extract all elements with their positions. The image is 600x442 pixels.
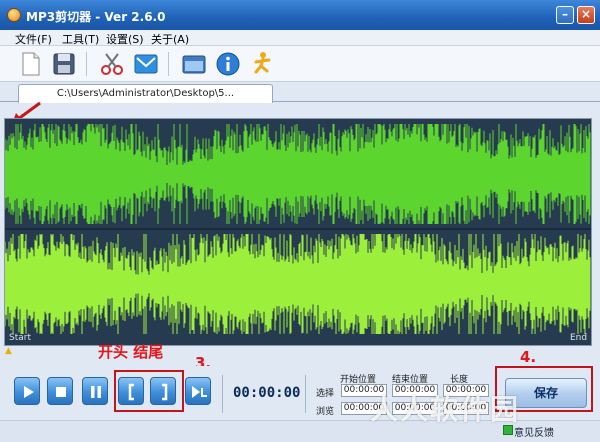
play-icon (24, 386, 34, 398)
toolbar (0, 46, 600, 82)
waveform-panel[interactable] (4, 118, 592, 346)
stop-button[interactable] (47, 377, 73, 405)
current-time: 00:00:00 (233, 385, 301, 401)
annotation-start-end: 开头 结尾 (98, 343, 164, 361)
play-selection-button[interactable] (185, 377, 211, 405)
watermark: 人人软件园 (370, 393, 521, 426)
minimize-button[interactable]: – (556, 6, 574, 24)
new-file-icon[interactable] (16, 50, 44, 78)
save-disk-icon[interactable] (50, 50, 78, 78)
waveform (4, 124, 591, 334)
stop-icon (56, 387, 66, 397)
row-label-browse: 浏览 (316, 407, 335, 417)
annotation-step-4: 4. (520, 348, 537, 366)
controls-divider (305, 375, 306, 413)
file-tab-strip: C:\Users\Administrator\Desktop\5... (0, 82, 600, 103)
menu-bar: 文件(F) 工具(T) 设置(S) 关于(A) (0, 30, 600, 46)
menu-about[interactable]: 关于(A) (151, 31, 189, 47)
waveform-channel-1 (4, 124, 591, 224)
info-icon[interactable] (214, 50, 242, 78)
window-icon[interactable] (180, 50, 208, 78)
start-label: Start (9, 333, 31, 343)
toolbar-divider (168, 52, 169, 76)
pause-button[interactable] (82, 377, 108, 405)
scissors-icon[interactable] (98, 50, 126, 78)
end-label: End (570, 333, 588, 343)
waveform-channel-2 (4, 234, 591, 334)
close-button[interactable]: × (577, 6, 595, 24)
running-man-icon[interactable] (248, 50, 276, 78)
toolbar-divider (86, 52, 87, 76)
pause-icon (91, 386, 101, 398)
play-selection-icon (192, 386, 207, 398)
annotation-box-brackets (114, 370, 184, 412)
bottom-start-marker-icon[interactable]: ▲ (5, 346, 12, 356)
window-title: MP3剪切器 - Ver 2.6.0 (26, 10, 166, 24)
menu-file[interactable]: 文件(F) (15, 31, 52, 47)
play-button[interactable] (14, 377, 40, 405)
row-label-select: 选择 (316, 389, 335, 399)
app-logo-icon (7, 8, 21, 22)
email-icon[interactable] (132, 50, 160, 78)
menu-tools[interactable]: 工具(T) (62, 31, 99, 47)
menu-settings[interactable]: 设置(S) (106, 31, 144, 47)
title-bar: MP3剪切器 - Ver 2.6.0 – × (0, 0, 600, 30)
tab-current-file[interactable]: C:\Users\Administrator\Desktop\5... (18, 84, 273, 103)
controls-divider (222, 375, 223, 413)
